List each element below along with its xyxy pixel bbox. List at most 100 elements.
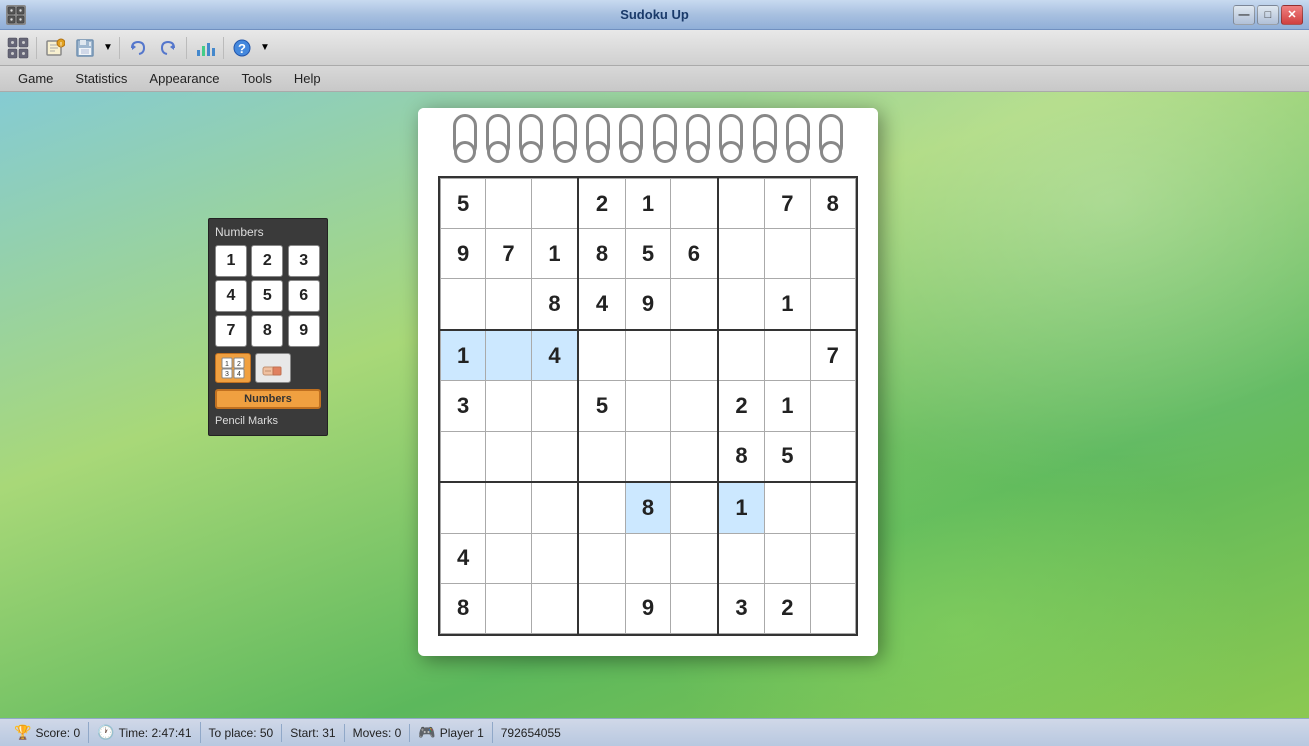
- cell-2-6[interactable]: [718, 279, 765, 330]
- close-button[interactable]: ✕: [1281, 5, 1303, 25]
- cell-3-4[interactable]: [625, 330, 670, 381]
- cell-8-3[interactable]: [578, 583, 625, 633]
- cell-4-3[interactable]: 5: [578, 381, 625, 431]
- toolbar-new-game[interactable]: !: [41, 34, 69, 62]
- cell-5-2[interactable]: [531, 431, 578, 482]
- cell-8-0[interactable]: 8: [441, 583, 486, 633]
- cell-5-8[interactable]: [810, 431, 855, 482]
- cell-1-8[interactable]: [810, 229, 855, 279]
- menu-appearance[interactable]: Appearance: [139, 68, 229, 89]
- cell-3-2[interactable]: 4: [531, 330, 578, 381]
- num-btn-4[interactable]: 4: [215, 280, 247, 312]
- cell-2-7[interactable]: 1: [765, 279, 810, 330]
- maximize-button[interactable]: □: [1257, 5, 1279, 25]
- cell-2-4[interactable]: 9: [625, 279, 670, 330]
- cell-6-5[interactable]: [671, 482, 718, 533]
- cell-4-5[interactable]: [671, 381, 718, 431]
- cell-8-4[interactable]: 9: [625, 583, 670, 633]
- cell-7-7[interactable]: [765, 533, 810, 583]
- cell-4-7[interactable]: 1: [765, 381, 810, 431]
- cell-4-0[interactable]: 3: [441, 381, 486, 431]
- cell-7-6[interactable]: [718, 533, 765, 583]
- cell-1-6[interactable]: [718, 229, 765, 279]
- cell-0-8[interactable]: 8: [810, 179, 855, 229]
- cell-8-8[interactable]: [810, 583, 855, 633]
- cell-3-1[interactable]: [486, 330, 531, 381]
- cell-1-4[interactable]: 5: [625, 229, 670, 279]
- toolbar-undo[interactable]: [124, 34, 152, 62]
- cell-7-5[interactable]: [671, 533, 718, 583]
- num-btn-5[interactable]: 5: [251, 280, 283, 312]
- cell-5-5[interactable]: [671, 431, 718, 482]
- cell-3-8[interactable]: 7: [810, 330, 855, 381]
- numbers-mode-icon[interactable]: 1 2 3 4: [215, 353, 251, 383]
- minimize-button[interactable]: —: [1233, 5, 1255, 25]
- toolbar-dropdown-2[interactable]: ▼: [258, 34, 272, 62]
- cell-0-1[interactable]: [486, 179, 531, 229]
- cell-4-4[interactable]: [625, 381, 670, 431]
- cell-0-3[interactable]: 2: [578, 179, 625, 229]
- pencil-marks-btn[interactable]: Pencil Marks: [215, 413, 321, 429]
- cell-8-1[interactable]: [486, 583, 531, 633]
- num-btn-3[interactable]: 3: [288, 245, 320, 277]
- cell-3-0[interactable]: 1: [441, 330, 486, 381]
- cell-5-0[interactable]: [441, 431, 486, 482]
- cell-6-7[interactable]: [765, 482, 810, 533]
- toolbar-stats[interactable]: [191, 34, 219, 62]
- cell-1-3[interactable]: 8: [578, 229, 625, 279]
- num-btn-6[interactable]: 6: [288, 280, 320, 312]
- cell-6-0[interactable]: [441, 482, 486, 533]
- cell-7-0[interactable]: 4: [441, 533, 486, 583]
- menu-help[interactable]: Help: [284, 68, 331, 89]
- num-btn-9[interactable]: 9: [288, 315, 320, 347]
- cell-2-0[interactable]: [441, 279, 486, 330]
- cell-3-5[interactable]: [671, 330, 718, 381]
- cell-7-3[interactable]: [578, 533, 625, 583]
- cell-8-6[interactable]: 3: [718, 583, 765, 633]
- cell-4-2[interactable]: [531, 381, 578, 431]
- num-btn-2[interactable]: 2: [251, 245, 283, 277]
- cell-1-5[interactable]: 6: [671, 229, 718, 279]
- cell-0-7[interactable]: 7: [765, 179, 810, 229]
- cell-1-2[interactable]: 1: [531, 229, 578, 279]
- cell-6-3[interactable]: [578, 482, 625, 533]
- cell-3-6[interactable]: [718, 330, 765, 381]
- cell-5-1[interactable]: [486, 431, 531, 482]
- cell-0-0[interactable]: 5: [441, 179, 486, 229]
- cell-6-1[interactable]: [486, 482, 531, 533]
- cell-5-3[interactable]: [578, 431, 625, 482]
- toolbar-help[interactable]: ?: [228, 34, 256, 62]
- cell-1-1[interactable]: 7: [486, 229, 531, 279]
- menu-tools[interactable]: Tools: [232, 68, 282, 89]
- cell-6-6[interactable]: 1: [718, 482, 765, 533]
- cell-2-5[interactable]: [671, 279, 718, 330]
- cell-2-1[interactable]: [486, 279, 531, 330]
- num-btn-8[interactable]: 8: [251, 315, 283, 347]
- cell-8-5[interactable]: [671, 583, 718, 633]
- cell-1-7[interactable]: [765, 229, 810, 279]
- cell-7-2[interactable]: [531, 533, 578, 583]
- cell-5-4[interactable]: [625, 431, 670, 482]
- cell-4-1[interactable]: [486, 381, 531, 431]
- cell-6-8[interactable]: [810, 482, 855, 533]
- cell-0-4[interactable]: 1: [625, 179, 670, 229]
- numbers-mode-btn[interactable]: Numbers: [215, 389, 321, 409]
- menu-statistics[interactable]: Statistics: [65, 68, 137, 89]
- toolbar-app-icon[interactable]: [4, 34, 32, 62]
- cell-3-7[interactable]: [765, 330, 810, 381]
- cell-6-4[interactable]: 8: [625, 482, 670, 533]
- cell-7-1[interactable]: [486, 533, 531, 583]
- toolbar-redo[interactable]: [154, 34, 182, 62]
- cell-3-3[interactable]: [578, 330, 625, 381]
- cell-8-2[interactable]: [531, 583, 578, 633]
- cell-2-3[interactable]: 4: [578, 279, 625, 330]
- cell-4-8[interactable]: [810, 381, 855, 431]
- cell-0-5[interactable]: [671, 179, 718, 229]
- cell-4-6[interactable]: 2: [718, 381, 765, 431]
- toolbar-save[interactable]: [71, 34, 99, 62]
- num-btn-1[interactable]: 1: [215, 245, 247, 277]
- cell-8-7[interactable]: 2: [765, 583, 810, 633]
- num-btn-7[interactable]: 7: [215, 315, 247, 347]
- cell-7-4[interactable]: [625, 533, 670, 583]
- cell-5-6[interactable]: 8: [718, 431, 765, 482]
